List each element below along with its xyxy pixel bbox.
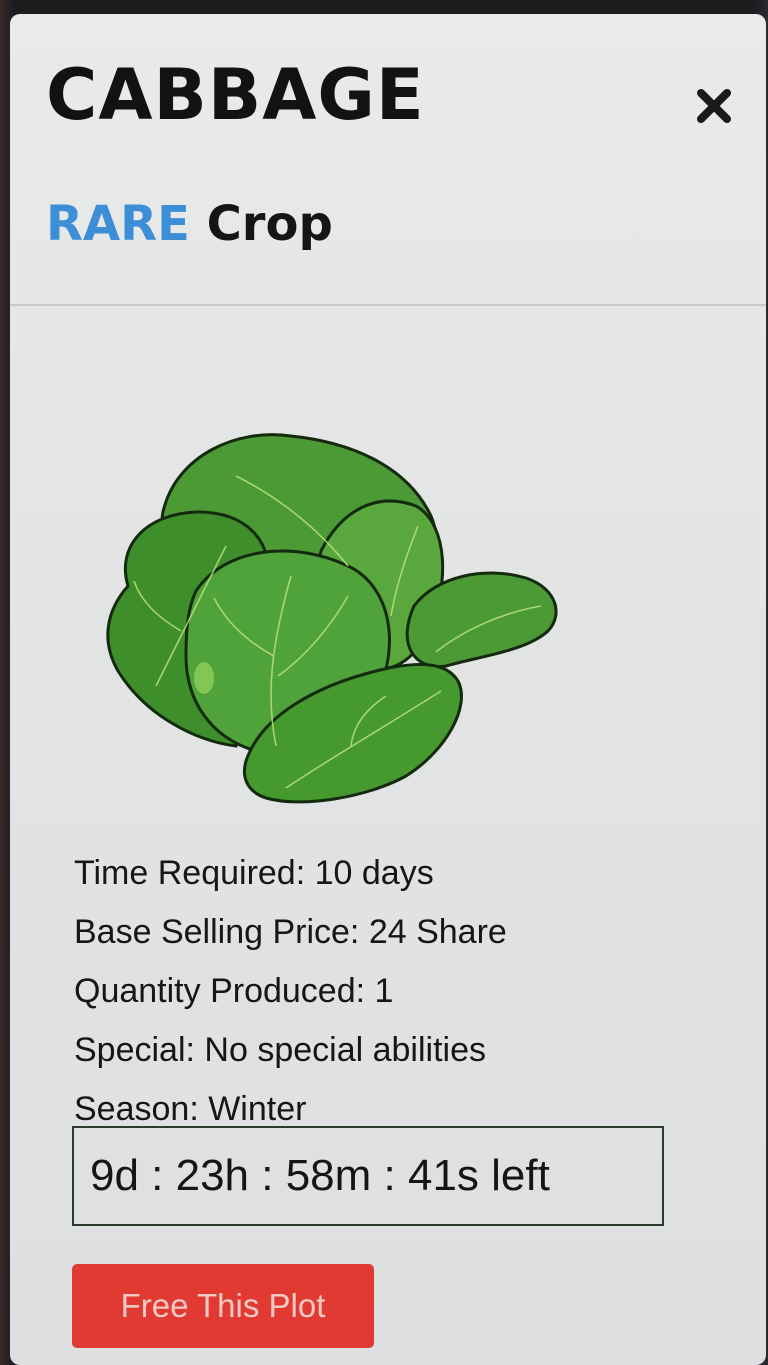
stat-label: Special: — [74, 1031, 195, 1069]
close-button[interactable] — [692, 84, 736, 128]
stat-value: 1 — [374, 972, 394, 1010]
stat-value: 10 days — [314, 854, 434, 892]
stat-value: No special abilities — [204, 1031, 487, 1069]
stat-label: Time Required: — [74, 854, 306, 892]
crop-title: CABBAGE — [46, 54, 425, 136]
crop-info-modal: CABBAGE RARE Crop Time Required: 10 days… — [10, 14, 766, 1365]
crop-subtitle: RARE Crop — [46, 200, 333, 248]
free-plot-button[interactable]: Free This Plot — [72, 1264, 374, 1348]
modal-header: CABBAGE RARE Crop — [10, 14, 766, 306]
stat-time-required: Time Required: 10 days — [74, 844, 714, 903]
stat-base-selling-price: Base Selling Price: 24 Share — [74, 903, 714, 962]
growth-timer: 9d : 23h : 58m : 41s left — [72, 1126, 664, 1226]
stat-value: 24 Share — [368, 913, 507, 951]
stat-value: Winter — [208, 1090, 307, 1128]
stat-quantity-produced: Quantity Produced: 1 — [74, 962, 714, 1021]
stat-label: Quantity Produced: — [74, 972, 366, 1010]
cabbage-illustration — [106, 433, 558, 804]
stat-label: Base Selling Price: — [74, 913, 360, 951]
close-icon — [697, 89, 731, 123]
stat-special: Special: No special abilities — [74, 1021, 714, 1080]
category-label: Crop — [206, 196, 333, 252]
modal-body: Time Required: 10 days Base Selling Pric… — [10, 306, 766, 1365]
crop-stats-list: Time Required: 10 days Base Selling Pric… — [74, 844, 714, 1139]
rarity-label: RARE — [46, 196, 190, 252]
stat-label: Season: — [74, 1090, 199, 1128]
